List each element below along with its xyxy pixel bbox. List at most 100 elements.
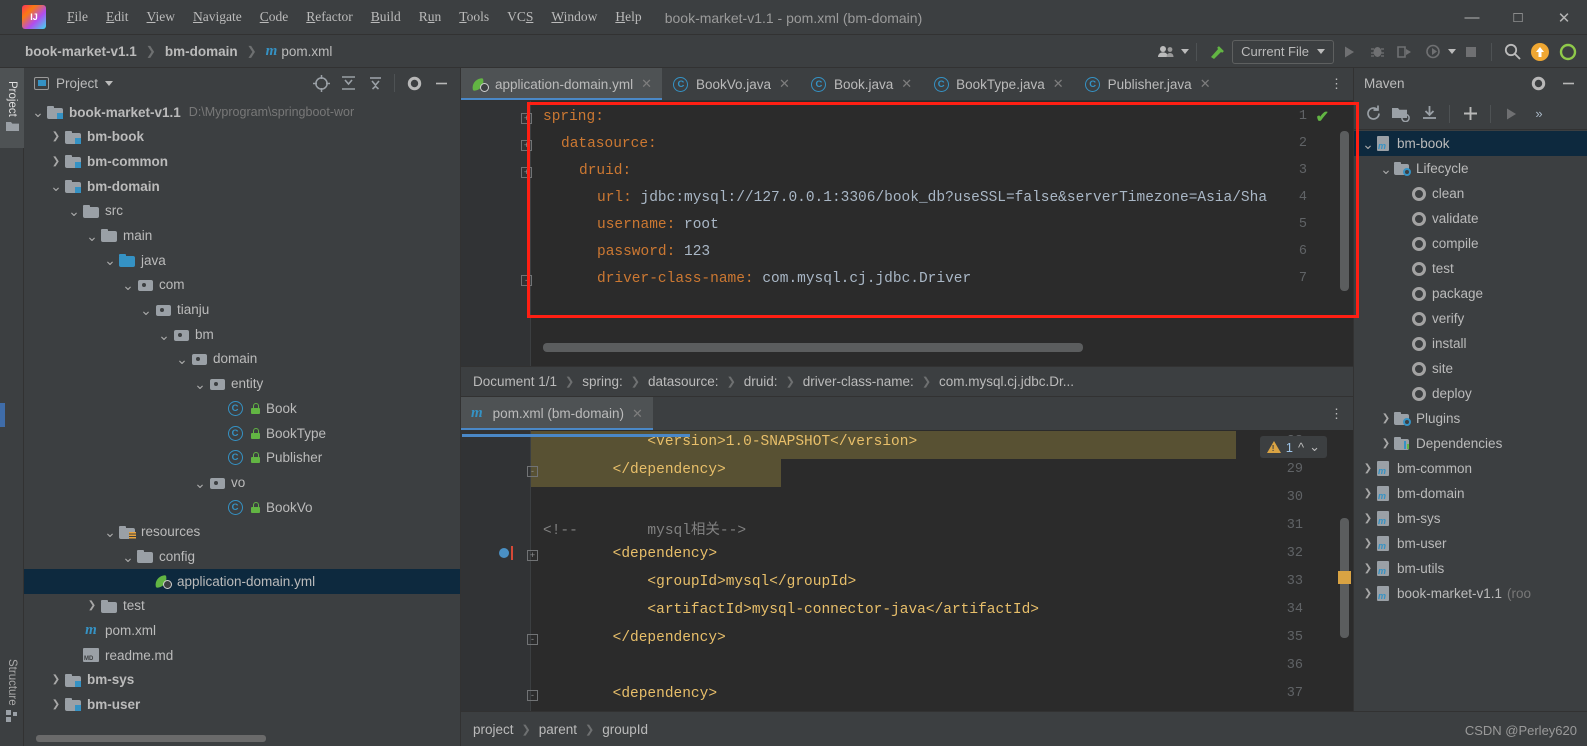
status-breadcrumb-item[interactable]: project: [473, 722, 514, 737]
chevron-down-icon[interactable]: ⌄: [138, 303, 154, 317]
close-icon[interactable]: ✕: [1541, 0, 1587, 35]
tree-row-selected[interactable]: application-domain.yml: [24, 569, 460, 594]
tree-row[interactable]: ❯ test: [24, 594, 460, 619]
maven-tree-row[interactable]: site: [1354, 356, 1587, 381]
breadcrumb-item-module[interactable]: bm-domain: [162, 42, 241, 61]
tab-publisher-java[interactable]: C Publisher.java ✕: [1074, 68, 1221, 100]
pom-editor-pane[interactable]: 28 <version>1.0-SNAPSHOT</version>29- </…: [461, 430, 1353, 746]
tree-row[interactable]: C Book: [24, 396, 460, 421]
tree-row[interactable]: ⌄ src: [24, 199, 460, 224]
maximize-icon[interactable]: □: [1495, 0, 1541, 35]
tab-overflow-icon[interactable]: ⋮: [1320, 68, 1353, 100]
inspection-ok-check-icon[interactable]: ✔: [1316, 107, 1329, 127]
update-project-icon[interactable]: [1527, 39, 1553, 65]
tree-row[interactable]: C BookVo: [24, 495, 460, 520]
tree-row[interactable]: ⌄ vo: [24, 470, 460, 495]
chevron-right-icon[interactable]: ❯: [1360, 463, 1376, 474]
tree-row[interactable]: ⌄ resources: [24, 520, 460, 545]
chevron-down-icon[interactable]: ⌄: [30, 105, 46, 119]
chevron-down-icon[interactable]: ⌄: [102, 525, 118, 539]
next-warning-icon[interactable]: ⌄: [1309, 439, 1320, 455]
close-icon[interactable]: ✕: [1053, 76, 1064, 92]
chevron-down-icon[interactable]: ⌄: [120, 550, 136, 564]
hide-panel-icon[interactable]: [428, 70, 454, 96]
sidebar-item-structure[interactable]: Structure: [0, 638, 24, 746]
chevron-right-icon[interactable]: ❯: [48, 675, 64, 685]
gear-icon[interactable]: [401, 70, 427, 96]
chevron-down-icon[interactable]: [105, 80, 114, 86]
chevron-down-icon[interactable]: ⌄: [66, 204, 82, 218]
menu-item-window[interactable]: Window: [542, 5, 606, 29]
chevron-down-icon[interactable]: [1448, 49, 1456, 54]
tab-bookvo-java[interactable]: C BookVo.java ✕: [662, 68, 800, 100]
tree-row[interactable]: ⌄ book-market-v1.1 D:\Myprogram\springboot…: [24, 100, 460, 125]
yaml-breadcrumb-item[interactable]: datasource:: [648, 374, 719, 389]
chevron-right-icon[interactable]: ❯: [48, 132, 64, 142]
maven-tree-row[interactable]: ⌄ Lifecycle: [1354, 156, 1587, 181]
expand-all-icon[interactable]: [362, 70, 388, 96]
chevron-down-icon[interactable]: ⌄: [1360, 137, 1376, 151]
search-everywhere-icon[interactable]: [1499, 39, 1525, 65]
chevron-down-icon[interactable]: ⌄: [102, 253, 118, 267]
maven-tree-row[interactable]: ❯ m bm-user: [1354, 531, 1587, 556]
tree-row[interactable]: ⌄ domain: [24, 347, 460, 372]
code-fold-toggle[interactable]: -: [527, 690, 538, 701]
add-icon[interactable]: [1457, 101, 1483, 127]
menu-item-vcs[interactable]: VCS: [498, 5, 542, 29]
maven-reimport-gutter-icon[interactable]: [499, 548, 509, 558]
tree-row[interactable]: C Publisher: [24, 446, 460, 471]
menu-item-run[interactable]: Run: [410, 5, 451, 29]
code-fold-toggle[interactable]: -: [521, 275, 532, 286]
maven-tree-row[interactable]: install: [1354, 331, 1587, 356]
tab-booktype-java[interactable]: C BookType.java ✕: [922, 68, 1073, 100]
menu-item-edit[interactable]: Edit: [97, 5, 138, 29]
pom-warning-marker[interactable]: [1338, 571, 1351, 584]
maven-tree-row[interactable]: deploy: [1354, 381, 1587, 406]
yaml-breadcrumb-item[interactable]: spring:: [582, 374, 623, 389]
chevron-down-icon[interactable]: [1181, 49, 1190, 54]
tree-row[interactable]: ❯ bm-book: [24, 125, 460, 150]
menu-item-code[interactable]: Code: [251, 5, 298, 29]
status-breadcrumb-item[interactable]: parent: [539, 722, 577, 737]
chevron-right-icon[interactable]: ❯: [1360, 563, 1376, 574]
chevron-right-icon[interactable]: ❯: [48, 699, 64, 710]
chevron-right-icon[interactable]: ❯: [1360, 538, 1376, 549]
close-icon[interactable]: ✕: [901, 76, 912, 92]
maven-tree-row[interactable]: compile: [1354, 231, 1587, 256]
tree-row[interactable]: ⌄ config: [24, 544, 460, 569]
chevron-down-icon[interactable]: ⌄: [192, 476, 208, 490]
chevron-down-icon[interactable]: ⌄: [192, 377, 208, 391]
code-fold-toggle[interactable]: -: [527, 634, 538, 645]
maven-tree-row[interactable]: ❯ m book-market-v1.1 (roo: [1354, 581, 1587, 606]
code-fold-toggle[interactable]: +: [521, 167, 532, 178]
menu-item-build[interactable]: Build: [362, 5, 410, 29]
tree-row[interactable]: readme.md: [24, 643, 460, 668]
tab-book-java[interactable]: C Book.java ✕: [800, 68, 922, 100]
build-hammer-icon[interactable]: [1204, 39, 1230, 65]
chevron-right-icon[interactable]: ❯: [84, 601, 100, 611]
run-configuration-selector[interactable]: Current File: [1232, 39, 1334, 64]
sidebar-item-project[interactable]: Project: [0, 68, 24, 148]
user-group-icon[interactable]: [1153, 39, 1179, 65]
tree-row[interactable]: ❯ bm-common: [24, 149, 460, 174]
project-tree[interactable]: ⌄ book-market-v1.1 D:\Myprogram\springboot…: [24, 98, 460, 746]
yaml-breadcrumb-item[interactable]: Document 1/1: [473, 374, 557, 389]
status-breadcrumb-item[interactable]: groupId: [602, 722, 648, 737]
chevron-right-icon[interactable]: ❯: [1378, 438, 1394, 449]
yaml-horizontal-scrollbar[interactable]: [543, 343, 1083, 352]
yaml-editor-pane[interactable]: 1 + spring: 2 + datasource: 3 + druid: 4 url: jdbc…: [461, 101, 1353, 366]
tree-row[interactable]: ❯ bm-sys: [24, 668, 460, 693]
code-fold-toggle[interactable]: +: [521, 113, 532, 124]
run-icon[interactable]: [1498, 101, 1524, 127]
maven-tree-row[interactable]: validate: [1354, 206, 1587, 231]
maven-tree-row[interactable]: clean: [1354, 181, 1587, 206]
chevron-down-icon[interactable]: ⌄: [1378, 162, 1394, 176]
tree-row[interactable]: m pom.xml: [24, 618, 460, 643]
collapse-all-icon[interactable]: [335, 70, 361, 96]
project-horizontal-scrollbar[interactable]: [36, 735, 266, 742]
maven-tree-row[interactable]: ❯ m bm-sys: [1354, 506, 1587, 531]
tab-pom-xml[interactable]: m pom.xml (bm-domain) ✕: [461, 397, 653, 430]
menu-item-file[interactable]: File: [58, 5, 97, 29]
chevron-right-icon[interactable]: ❯: [1378, 413, 1394, 424]
chevron-down-icon[interactable]: ⌄: [84, 229, 100, 243]
